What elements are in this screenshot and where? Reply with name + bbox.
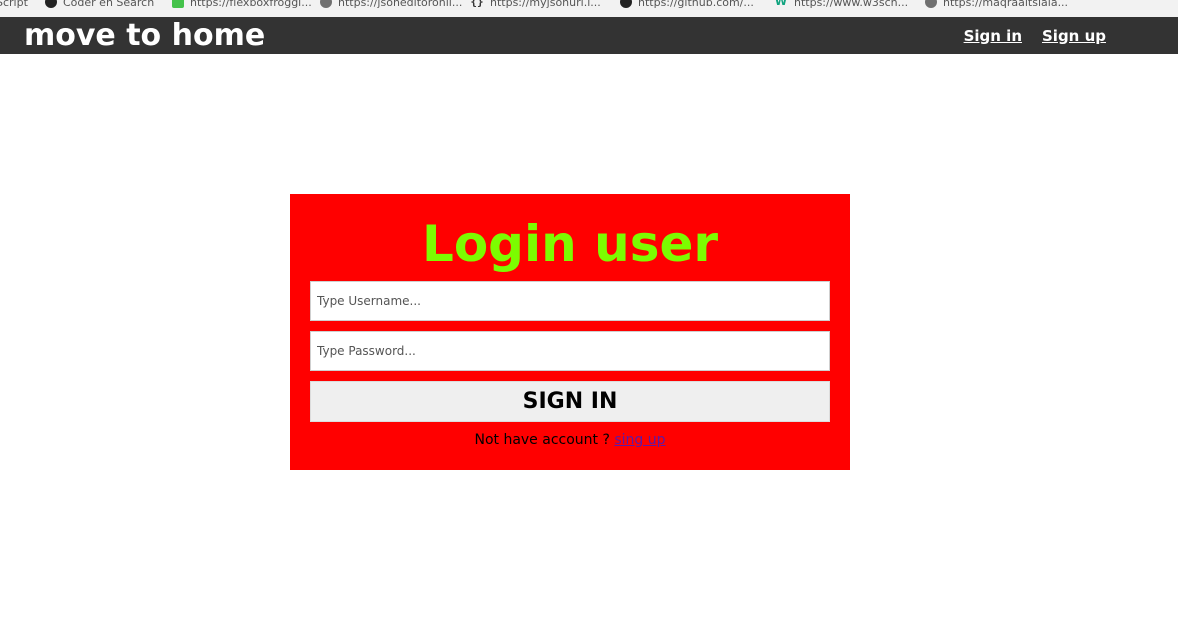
signup-prompt: Not have account ? sing up xyxy=(290,432,850,448)
bookmark-item[interactable]: https://maqraaltslala... xyxy=(925,0,1068,11)
login-form: Login user SIGN IN Not have account ? si… xyxy=(290,194,850,470)
github-icon xyxy=(620,0,632,8)
globe-icon xyxy=(320,0,332,8)
username-input[interactable] xyxy=(310,281,830,321)
bookmark-label: https://www.w3sch... xyxy=(794,0,909,9)
bookmark-label: https://github.com/... xyxy=(638,0,754,9)
nav-links: Sign in Sign up xyxy=(964,17,1106,54)
bookmark-label: https://maqraaltslala... xyxy=(943,0,1069,9)
w-icon: W xyxy=(774,0,788,8)
braces-icon: {} xyxy=(470,0,484,8)
bookmark-item[interactable]: https://flexboxfroggi... xyxy=(172,0,312,11)
globe-icon xyxy=(925,0,937,8)
bookmark-item[interactable]: https://github.com/... xyxy=(620,0,754,11)
login-title: Login user xyxy=(421,215,719,273)
bookmark-label: Coder en Search xyxy=(63,0,155,9)
diamond-icon xyxy=(45,0,57,8)
password-input[interactable] xyxy=(310,331,830,371)
bookmark-item[interactable]: W https://www.w3sch... xyxy=(774,0,908,11)
sign-in-link[interactable]: Sign in xyxy=(964,27,1022,45)
bookmark-item[interactable]: Script xyxy=(0,0,28,11)
signup-link[interactable]: sing up xyxy=(614,432,665,448)
bookmark-item[interactable]: https://jsoneditoronli... xyxy=(320,0,462,11)
signup-prompt-text: Not have account ? xyxy=(474,432,610,448)
bookmark-item[interactable]: Coder en Search xyxy=(45,0,154,11)
bookmarks-bar: Script Coder en Search https://flexboxfr… xyxy=(0,0,1178,18)
bookmark-item[interactable]: {} https://myjsonurl.i... xyxy=(470,0,601,11)
bookmark-label: https://jsoneditoronli... xyxy=(338,0,463,9)
navbar: move to home Sign in Sign up xyxy=(0,17,1178,54)
sign-up-link[interactable]: Sign up xyxy=(1042,27,1106,45)
sign-in-button[interactable]: SIGN IN xyxy=(310,381,830,422)
bookmark-label: https://flexboxfroggi... xyxy=(190,0,312,9)
bookmark-label: https://myjsonurl.i... xyxy=(490,0,601,9)
home-link[interactable]: move to home xyxy=(24,17,265,54)
green-square-icon xyxy=(172,0,184,8)
bookmark-label: Script xyxy=(0,0,28,9)
